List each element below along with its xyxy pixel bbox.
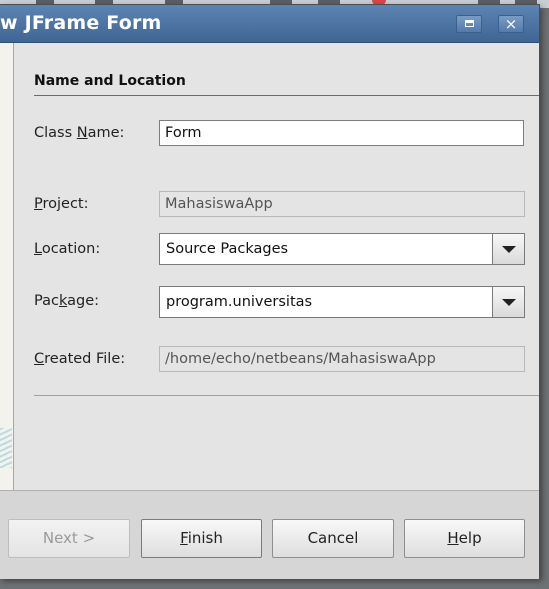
class-name-label: Class Name: — [34, 125, 125, 141]
location-label: Location: — [34, 241, 101, 257]
class-name-input[interactable]: Form — [159, 120, 524, 146]
created-file-field: /home/echo/netbeans/MahasiswaApp — [159, 346, 525, 372]
package-label: Package: — [34, 293, 100, 309]
location-select-value: Source Packages — [166, 241, 289, 257]
maximize-button[interactable] — [456, 15, 482, 33]
title-bar[interactable]: w JFrame Form × — [0, 5, 539, 43]
wizard-content: Name and Location Class Name: Form Proje… — [14, 43, 539, 490]
maximize-icon — [465, 20, 474, 27]
package-select[interactable]: program.universitas — [159, 286, 525, 318]
help-button[interactable]: Help — [404, 519, 525, 558]
section-title: Name and Location — [34, 73, 186, 89]
location-select[interactable]: Source Packages — [159, 233, 525, 265]
project-label: Project: — [34, 196, 89, 212]
package-select-value: program.universitas — [166, 294, 313, 310]
window-title: w JFrame Form — [0, 12, 162, 34]
bottom-divider — [34, 395, 539, 396]
new-jframe-form-dialog: w JFrame Form × Name and Location Class … — [0, 4, 540, 579]
section-divider — [34, 95, 539, 96]
chevron-down-icon[interactable] — [492, 234, 524, 264]
finish-button[interactable]: Finish — [141, 519, 262, 558]
chevron-down-icon[interactable] — [492, 287, 524, 317]
next-button[interactable]: Next > — [8, 519, 130, 558]
wizard-steps-panel — [0, 43, 14, 490]
wizard-decoration — [0, 428, 12, 468]
button-bar: Next > Finish Cancel Help — [0, 490, 539, 579]
created-file-label: Created File: — [34, 351, 126, 367]
cancel-button[interactable]: Cancel — [272, 519, 394, 558]
project-field: MahasiswaApp — [159, 191, 525, 217]
close-icon: × — [504, 15, 518, 33]
close-button[interactable]: × — [498, 15, 524, 33]
